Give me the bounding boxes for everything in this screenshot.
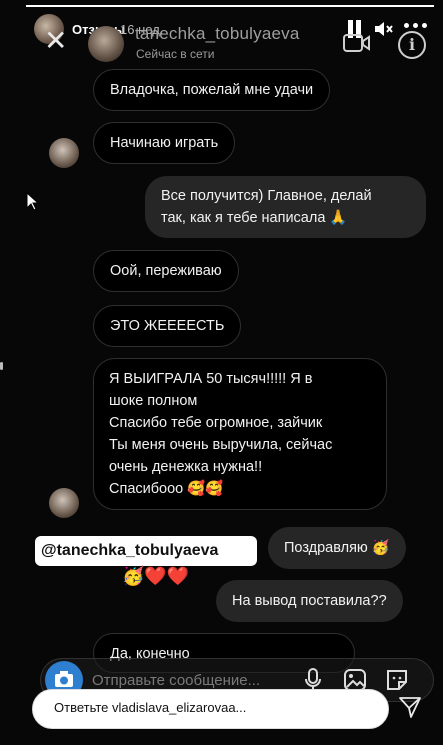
message-outgoing: Поздравляю 🥳 [268,527,406,569]
message-incoming: Начинаю играть [93,122,236,164]
mouse-cursor-icon [26,191,40,212]
message-incoming: ЭТО ЖЕЕЕЕСТЬ [93,305,242,347]
more-options-icon[interactable] [404,23,428,29]
message-line: Ты меня очень выручила, сейчас [109,437,333,453]
scroll-indicator [0,362,3,370]
message-line: так, как я тебе написала 🙏 [161,210,348,226]
mention-sticker[interactable]: @tanechka_tobulyaeva [35,536,257,566]
sticker-icon [385,668,409,692]
chat-avatar [88,26,124,62]
info-icon: i [398,31,426,59]
message-text: ЭТО ЖЕЕЕЕСТЬ [110,318,225,334]
sender-avatar [49,488,79,518]
message-line: Я ВЫИГРАЛА 50 тысяч!!!!! Я в [109,371,313,387]
close-icon[interactable]: ✕ [44,27,70,56]
message-line: шоке полном [109,393,198,409]
message-incoming: Оой, переживаю [93,250,239,292]
mention-emoji: 🥳❤️❤️ [122,566,190,586]
story-frame: Отзывы 16 нед. ✕ tanechka_tobulyaeva Сей… [0,0,443,745]
message-text: Начинаю играть [110,135,219,151]
message-line: Спасибооо 🥰🥰 [109,481,224,497]
composer-input: Отправьте сообщение... [92,672,261,689]
message-line: Спасибо тебе огромное, зайчик [109,415,323,431]
mute-icon[interactable] [374,20,394,38]
message-text: На вывод поставила?? [232,593,387,609]
message-incoming: Я ВЫИГРАЛА 50 тысяч!!!!! Я в шоке полном… [93,358,387,510]
message-line: очень денежка нужна!! [109,459,263,475]
story-progress-fill [26,5,434,7]
chat-status: Сейчас в сети [136,47,215,61]
send-icon[interactable] [397,694,423,720]
sender-avatar [49,138,79,168]
chat-username: tanechka_tobulyaeva [135,24,300,43]
message-incoming: Владочка, пожелай мне удачи [93,69,331,111]
message-outgoing: Все получится) Главное, делай так, как я… [145,176,426,238]
story-progress-bar [26,5,434,7]
message-text: Владочка, пожелай мне удачи [110,82,314,98]
message-outgoing: На вывод поставила?? [216,580,403,622]
mention-text: @tanechka_tobulyaeva [41,542,219,559]
reply-placeholder: Ответьте vladislava_elizarovaa... [54,700,247,715]
message-text: Поздравляю 🥳 [284,540,390,556]
message-text: Оой, переживаю [110,263,222,279]
video-call-icon [343,33,371,53]
message-line: Все получится) Главное, делай [161,188,372,204]
